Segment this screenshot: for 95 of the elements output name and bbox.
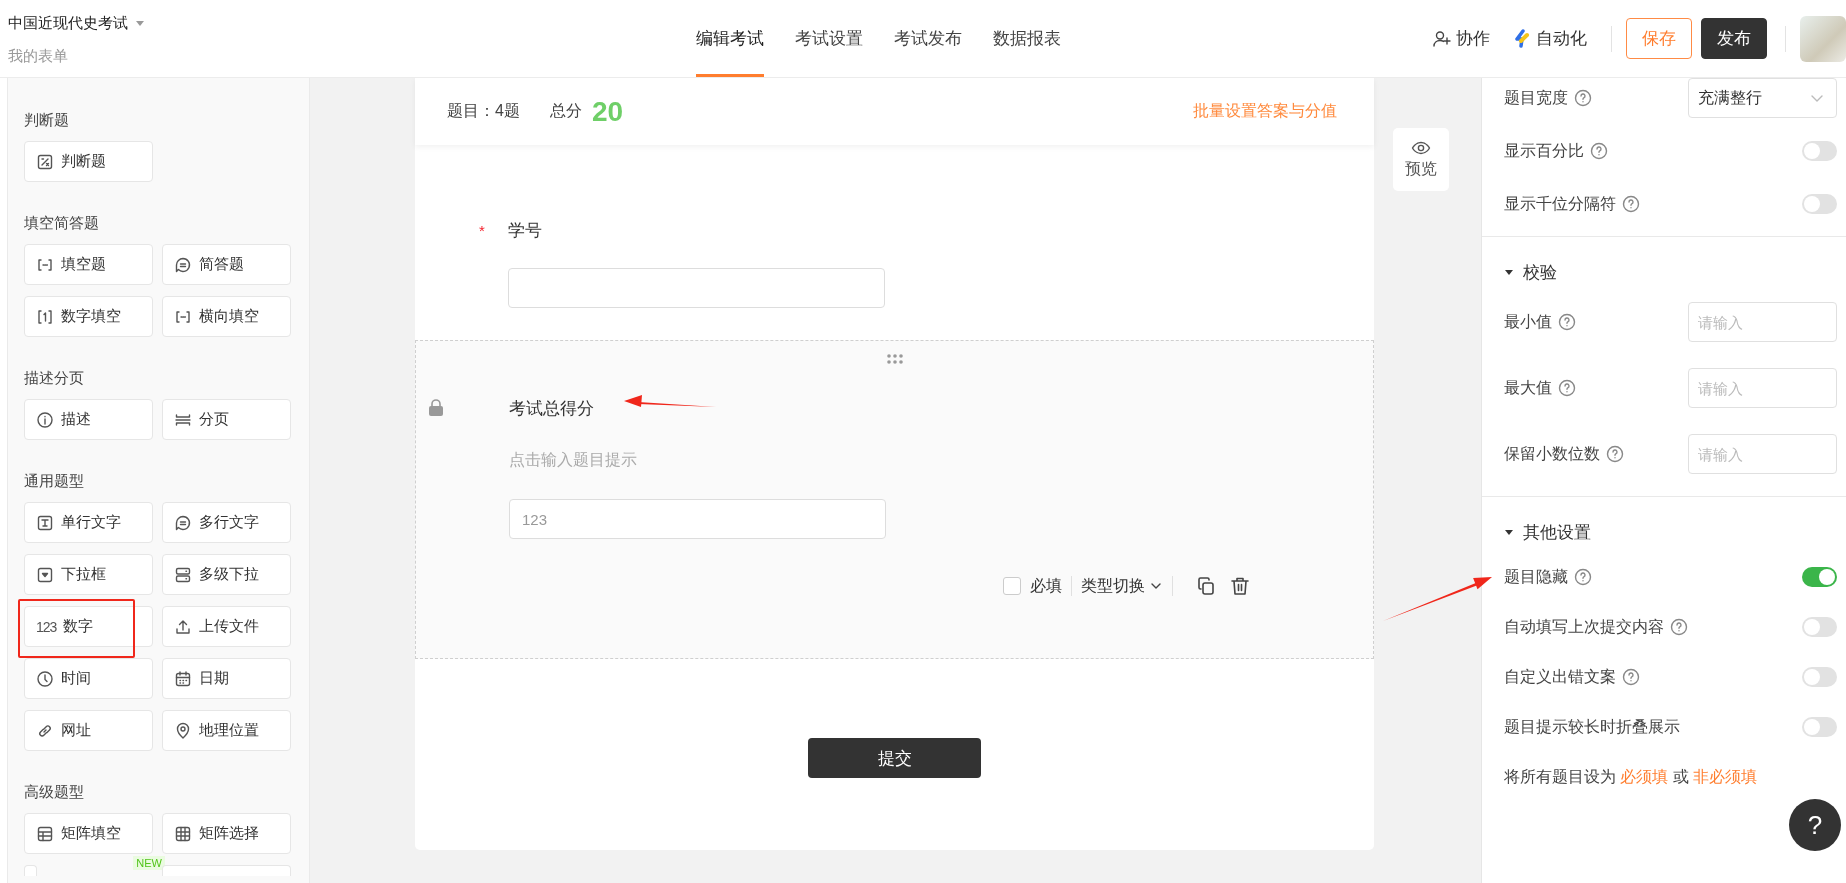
chat-bubble-icon bbox=[174, 513, 192, 532]
setting-label: 最小值 bbox=[1504, 311, 1552, 332]
question-type-button[interactable]: 矩阵选择 bbox=[162, 813, 291, 854]
nav-tab[interactable]: 数据报表 bbox=[993, 0, 1061, 77]
calendar-icon bbox=[174, 669, 192, 688]
eye-icon bbox=[1411, 139, 1431, 157]
help-button[interactable]: ? bbox=[1789, 799, 1841, 851]
question-type-button[interactable]: 多级下拉 bbox=[162, 554, 291, 595]
setting-label: 题目提示较长时折叠展示 bbox=[1504, 716, 1680, 737]
answer-field[interactable] bbox=[508, 268, 885, 308]
required-checkbox[interactable] bbox=[1003, 577, 1021, 595]
chat-bubble-icon bbox=[174, 255, 192, 274]
lightning-icon bbox=[1514, 28, 1532, 49]
setting-input-field[interactable]: 请输入 bbox=[1688, 368, 1837, 408]
automation-button[interactable]: 自动化 bbox=[1514, 27, 1587, 50]
setting-input-field[interactable]: 请输入 bbox=[1688, 302, 1837, 342]
question-type-button[interactable]: 日期 bbox=[162, 658, 291, 699]
required-label: 必填 bbox=[1030, 575, 1062, 596]
person-add-icon bbox=[1432, 28, 1452, 49]
question-type-button[interactable]: 数字填空 bbox=[24, 296, 153, 337]
question-type-button[interactable]: 矩阵填空 bbox=[24, 813, 153, 854]
dropdown-icon bbox=[36, 565, 54, 584]
upload-icon bbox=[174, 617, 192, 636]
setting-label: 题目宽度 bbox=[1504, 87, 1568, 108]
drag-handle-icon bbox=[886, 353, 904, 365]
setting-label: 题目隐藏 bbox=[1504, 566, 1568, 587]
toggle-switch[interactable] bbox=[1802, 567, 1837, 587]
grid-icon bbox=[174, 824, 192, 843]
question-type-button[interactable]: 判断题 bbox=[24, 141, 153, 182]
question-title: 学号 bbox=[508, 219, 542, 242]
total-score: 20 bbox=[591, 95, 624, 128]
question-type-button[interactable]: 单行文字 bbox=[24, 502, 153, 543]
setting-label: 保留小数位数 bbox=[1504, 443, 1600, 464]
question-type-button[interactable]: 网址 bbox=[24, 710, 153, 751]
delete-icon[interactable] bbox=[1230, 576, 1250, 596]
question-type-button[interactable]: 下拉框 bbox=[24, 554, 153, 595]
question-type-button[interactable]: 填空题 bbox=[24, 244, 153, 285]
percent-square-icon bbox=[36, 152, 54, 171]
section-title: 描述分页 bbox=[24, 368, 85, 388]
table-icon bbox=[36, 824, 54, 843]
question-type-button[interactable]: 横向填空 bbox=[162, 296, 291, 337]
info-icon bbox=[36, 410, 54, 429]
question-type-button[interactable] bbox=[162, 865, 291, 876]
selected-question[interactable]: 考试总得分 点击输入题目提示 123 必填 类型切换 bbox=[415, 340, 1374, 659]
section-title: 填空简答题 bbox=[24, 213, 100, 233]
map-pin-icon bbox=[174, 721, 192, 740]
setting-label: 自定义出错文案 bbox=[1504, 666, 1616, 687]
publish-button[interactable]: 发布 bbox=[1701, 18, 1767, 59]
question-type-button[interactable]: 123 数字 bbox=[24, 606, 153, 647]
type-switch-dropdown[interactable]: 类型切换 bbox=[1081, 575, 1163, 597]
copy-icon[interactable] bbox=[1196, 576, 1216, 596]
submit-button[interactable]: 提交 bbox=[808, 738, 981, 778]
bracket-one-icon bbox=[36, 307, 54, 326]
toggle-switch[interactable] bbox=[1802, 667, 1837, 687]
setting-input-field[interactable]: 请输入 bbox=[1688, 434, 1837, 474]
toggle-switch[interactable] bbox=[1802, 717, 1837, 737]
collaborate-button[interactable]: 协作 bbox=[1432, 27, 1490, 50]
avatar-placeholder[interactable] bbox=[1800, 15, 1846, 62]
setting-label: 显示百分比 bbox=[1504, 140, 1584, 161]
width-select[interactable]: 充满整行 bbox=[1688, 78, 1837, 118]
section-toggle[interactable]: 校验 bbox=[1504, 237, 1837, 282]
question-type-button[interactable]: 简答题 bbox=[162, 244, 291, 285]
section-title: 判断题 bbox=[24, 110, 70, 130]
question-count: 题目：4题 bbox=[447, 101, 520, 121]
stacked-rows-icon bbox=[174, 565, 192, 584]
form-title: 中国近现代史考试 bbox=[8, 14, 128, 33]
clock-icon bbox=[36, 669, 54, 688]
toggle-switch[interactable] bbox=[1802, 194, 1837, 214]
number-icon: 123 bbox=[36, 618, 57, 635]
setting-label: 显示千位分隔符 bbox=[1504, 193, 1616, 214]
answer-field[interactable]: 123 bbox=[509, 499, 886, 539]
new-badge: NEW bbox=[133, 856, 165, 870]
toggle-switch[interactable] bbox=[1802, 141, 1837, 161]
question-type-button[interactable]: 描述 bbox=[24, 399, 153, 440]
score-label: 总分 bbox=[549, 101, 582, 121]
setting-label: 最大值 bbox=[1504, 377, 1552, 398]
question-type-button[interactable]: 多行文字 bbox=[162, 502, 291, 543]
question-type-button[interactable] bbox=[24, 865, 37, 876]
required-asterisk: * bbox=[479, 221, 485, 239]
question-type-button[interactable]: 上传文件 bbox=[162, 606, 291, 647]
section-title: 高级题型 bbox=[24, 782, 85, 802]
preview-button[interactable]: 预览 bbox=[1393, 128, 1449, 191]
question-type-button[interactable]: 时间 bbox=[24, 658, 153, 699]
bulk-required-text: 将所有题目设为 必须填 或 非必须填 bbox=[1504, 767, 1759, 787]
question-type-button[interactable]: 分页 bbox=[162, 399, 291, 440]
section-title: 通用题型 bbox=[24, 471, 85, 491]
nav-tab[interactable]: 考试设置 bbox=[795, 0, 863, 77]
setting-label: 自动填写上次提交内容 bbox=[1504, 616, 1664, 637]
section-toggle[interactable]: 其他设置 bbox=[1504, 497, 1837, 542]
text-cursor-icon bbox=[36, 513, 54, 532]
question-block[interactable]: * 学号 bbox=[415, 145, 1374, 340]
question-type-button[interactable]: 地理位置 bbox=[162, 710, 291, 751]
nav-tab[interactable]: 考试发布 bbox=[894, 0, 962, 77]
question-title: 考试总得分 bbox=[509, 397, 594, 420]
toggle-switch[interactable] bbox=[1802, 617, 1837, 637]
